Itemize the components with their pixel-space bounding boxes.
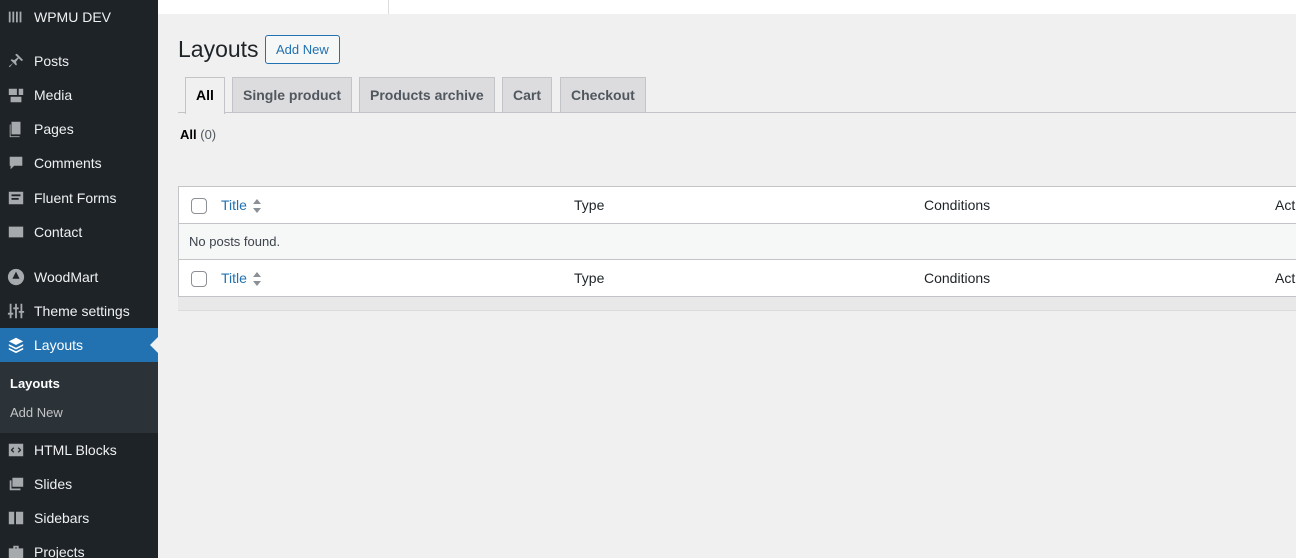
sidebar-item-label: WoodMart [34,269,99,285]
admin-sidebar: WPMU DEV Posts Media Pages Comments Flue… [0,0,158,558]
sidebar-item-label: Slides [34,476,73,492]
wpmudev-logo-icon [6,7,26,27]
sidebar-item-comments[interactable]: Comments [0,146,158,180]
sidebar-item-theme-settings[interactable]: Theme settings [0,294,158,328]
sidebar-item-fluent-forms[interactable]: Fluent Forms [0,181,158,215]
sidebar-item-label: Contact [34,224,83,240]
column-conditions-footer: Conditions [924,270,991,286]
layouts-table: Title Type Conditions Act No posts found… [178,186,1296,297]
media-icon [6,85,26,105]
briefcase-icon [6,542,26,558]
column-conditions-header: Conditions [924,197,991,213]
sidebar-item-layouts[interactable]: Layouts [0,328,158,362]
column-title-label: Title [221,270,247,286]
sidebar-item-label: Fluent Forms [34,190,117,206]
sidebar-item-sidebars[interactable]: Sidebars [0,501,158,535]
empty-row: No posts found. [179,223,1296,260]
tab-all[interactable]: All [185,77,225,114]
sidebar-item-label: HTML Blocks [34,442,117,458]
table-header-row: Title Type Conditions Act [179,187,1296,223]
top-panel-strip [158,0,1296,14]
column-actions-footer: Act [1275,270,1296,286]
tab-divider-line [178,112,1296,113]
sliders-icon [6,301,26,321]
sidebar-item-pages[interactable]: Pages [0,112,158,146]
column-type-footer: Type [574,270,605,286]
sidebar-item-label: Comments [34,155,102,171]
woodmart-icon [6,267,26,287]
column-title-label: Title [221,197,247,213]
code-icon [6,440,26,460]
tab-checkout[interactable]: Checkout [560,77,646,113]
sidebar-item-label: Theme settings [34,303,130,319]
sidebar-item-slides[interactable]: Slides [0,467,158,501]
select-all-checkbox-footer[interactable] [191,271,207,287]
sidebar-item-label: Layouts [34,337,84,353]
add-new-button[interactable]: Add New [265,35,340,64]
top-strip-divider [388,0,389,14]
table-bottom-strip [178,297,1296,311]
filter-all-link[interactable]: All [180,127,197,142]
sidebar-item-label: Projects [34,544,85,558]
sidebar-item-media[interactable]: Media [0,78,158,112]
tab-products-archive[interactable]: Products archive [359,77,495,113]
tab-cart[interactable]: Cart [502,77,553,113]
sidebar-item-projects[interactable]: Projects [0,535,158,558]
sidebar-item-label: Posts [34,53,70,69]
column-type-header: Type [574,197,605,213]
sidebar-brand[interactable]: WPMU DEV [0,0,158,34]
column-actions-header: Act [1275,197,1296,213]
status-filter: All (0) [180,127,216,142]
sidebar-item-woodmart[interactable]: WoodMart [0,260,158,294]
tab-single-product[interactable]: Single product [232,77,352,113]
sort-icon [252,199,261,214]
sidebar-item-contact[interactable]: Contact [0,215,158,249]
no-posts-message: No posts found. [189,234,281,249]
sidebar-item-label: Sidebars [34,510,90,526]
select-all-checkbox[interactable] [191,198,207,214]
brand-label: WPMU DEV [34,9,111,25]
slides-icon [6,474,26,494]
pages-icon [6,119,26,139]
mail-icon [6,222,26,242]
filter-all-count: (0) [200,127,217,142]
column-title-header[interactable]: Title [221,197,261,214]
table-footer-row: Title Type Conditions Act [179,260,1296,296]
pin-icon [6,51,26,71]
sort-icon [252,272,261,287]
forms-icon [6,188,26,208]
layouts-submenu: Layouts Add New [0,362,158,433]
comments-icon [6,153,26,173]
page-title: Layouts [178,36,259,62]
sidebar-item-label: Media [34,87,73,103]
submenu-item-add-new[interactable]: Add New [10,405,63,420]
submenu-item-layouts[interactable]: Layouts [10,376,60,391]
sidebars-icon [6,508,26,528]
sidebar-item-html-blocks[interactable]: HTML Blocks [0,433,158,467]
sidebar-item-posts[interactable]: Posts [0,44,158,78]
sidebar-item-label: Pages [34,121,74,137]
layers-icon [6,335,26,355]
column-title-footer[interactable]: Title [221,270,261,287]
